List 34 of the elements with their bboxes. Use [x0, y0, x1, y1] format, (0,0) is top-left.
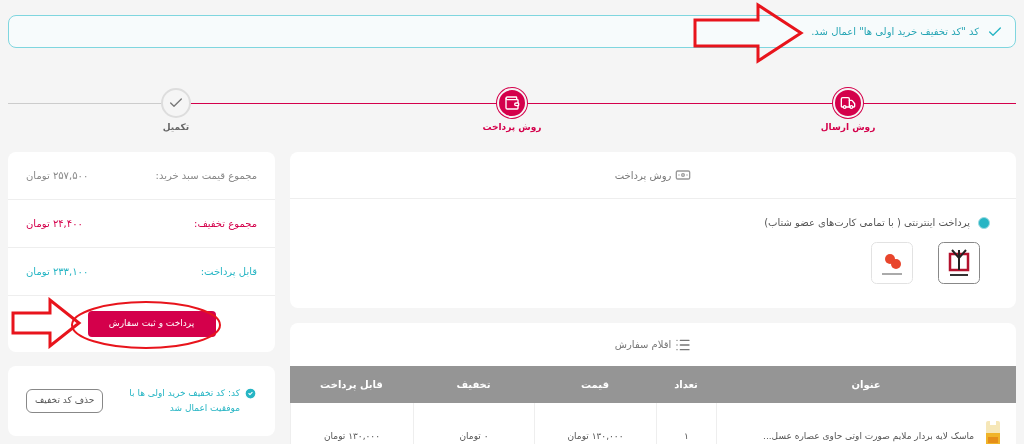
column-header: تعداد [673, 378, 699, 392]
column-header: قیمت [580, 378, 610, 392]
step-label: روش پرداخت [482, 121, 542, 135]
truck-icon [840, 95, 856, 111]
table-cell: ۱۳۰,۰۰۰ تومان [323, 430, 381, 444]
column-header: تخفیف [455, 378, 492, 392]
bank-logo-icon [871, 242, 913, 284]
alert-message: کد "کد تخفیف خرید اولی ها" اعمال شد. [811, 25, 979, 39]
summary-value: ۲۴,۴۰۰ تومان [26, 217, 83, 231]
check-circle-icon [244, 387, 257, 400]
table-cell: ۱۳۰,۰۰۰ تومان [567, 430, 624, 444]
pay-button[interactable]: پرداخت و ثبت سفارش [87, 311, 216, 337]
table-cell: ماسک لایه بردار ملایم صورت اوتی حاوی عصاره عسل... [763, 430, 974, 444]
card-title: اقلام سفارش [614, 338, 672, 352]
remove-coupon-button[interactable]: حذف کد تخفیف [26, 389, 104, 413]
coupon-message: کد: کد تخفیف خرید اولی ها با موفقیت اعمال شد [128, 387, 240, 415]
card-title: روش پرداخت [614, 168, 672, 183]
table-cell: ۱ [684, 430, 689, 444]
summary-label: مجموع قیمت سبد خرید: [155, 169, 257, 183]
step-label: تکمیل [162, 121, 190, 134]
summary-label: مجموع تخفیف: [194, 217, 257, 231]
summary-label: قابل پرداخت: [200, 265, 257, 279]
annotation-arrow [10, 297, 82, 349]
step-label: روش ارسال [820, 121, 876, 135]
wallet-icon [504, 95, 520, 111]
summary-value: ۲۳۳,۱۰۰ تومان [26, 265, 89, 279]
column-header: عنوان [850, 378, 882, 392]
summary-value: ۲۵۷,۵۰۰ تومان [26, 169, 89, 183]
bank-logo-icon [938, 242, 980, 284]
table-cell: ۰ تومان [459, 430, 489, 444]
column-header: قابل پرداخت [319, 378, 384, 392]
payment-icon [675, 167, 692, 183]
payment-option[interactable]: پرداخت اینترنتی ( با تمامی کارت‌های عضو شتاب) [290, 199, 1016, 230]
radio-button[interactable] [978, 216, 990, 229]
